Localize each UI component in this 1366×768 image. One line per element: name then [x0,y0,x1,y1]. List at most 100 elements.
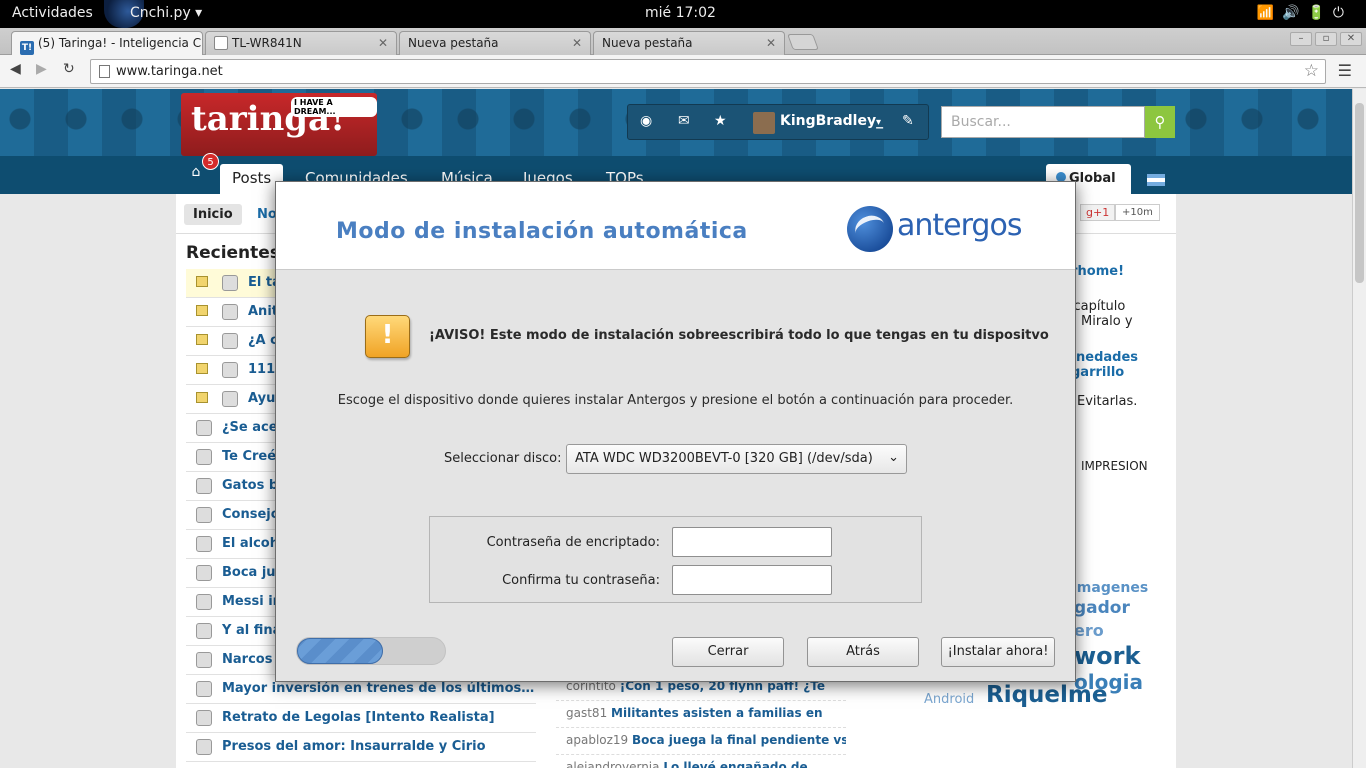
install-now-button[interactable]: ¡Instalar ahora! [941,637,1055,667]
tab-label: (5) Taringa! - Inteligencia C [38,36,202,50]
post-title[interactable]: Messi ir [222,594,279,609]
back-arrow-icon[interactable]: ◀ [10,61,21,77]
bookmark-star-icon[interactable]: ☆ [1304,61,1319,81]
post-title[interactable]: Narcos [222,652,272,667]
post-title[interactable]: Boca ju [222,565,276,580]
disk-select[interactable]: ATA WDC WD3200BEVT-0 [320 GB] (/dev/sda)… [566,444,907,474]
list-item[interactable]: Retrato de Legolas [Intento Realista] [186,704,536,733]
tab-router[interactable]: TL-WR841N ✕ [205,31,397,55]
comment-user[interactable]: alejandrovernia [566,760,660,768]
clock[interactable]: mié 17:02 [645,5,716,21]
tab-label: Nueva pestaña [408,36,499,50]
tab-taringa[interactable]: T! (5) Taringa! - Inteligencia C [11,31,203,56]
chrome-menu-icon[interactable]: ☰ [1338,61,1352,80]
post-title[interactable]: Ayu [248,391,275,406]
post-title[interactable]: 111 [248,362,275,377]
tab-new-1[interactable]: Nueva pestaña ✕ [399,31,591,55]
list-item[interactable]: Presos del amor: Insaurralde y Cirio [186,733,536,762]
comment-user[interactable]: gast81 [566,706,607,720]
comment-row[interactable]: alejandrovernia Lo llevé engañado de [556,755,846,768]
category-icon [196,536,212,552]
post-title[interactable]: Y al fina [222,623,281,638]
comment-row[interactable]: apabloz19 Boca juega la final pendiente … [556,728,846,755]
edit-post-icon[interactable]: ✎ [902,113,914,129]
activities-button[interactable]: Actividades [12,5,93,21]
comment-post-link[interactable]: Militantes asisten a familias en [611,706,822,720]
warning-text: ¡AVISO! Este modo de instalación sobrees… [429,328,1049,343]
search-icon[interactable]: ⚲ [1145,106,1175,138]
subnav-inicio[interactable]: Inicio [184,204,242,225]
system-tray[interactable]: 📶🔊🔋⏻ [1257,5,1352,21]
back-button[interactable]: Atrás [807,637,919,667]
notification-badge[interactable]: 5 [202,153,219,170]
category-icon [222,391,238,407]
comment-post-link[interactable]: Boca juega la final pendiente vs [632,733,846,747]
favorites-star-icon[interactable]: ★ [714,113,727,129]
post-title[interactable]: ¿Se ace [222,420,278,435]
tag[interactable]: ero [1074,621,1104,640]
close-button[interactable]: Cerrar [672,637,784,667]
tag[interactable]: Android [924,692,974,707]
antergos-wordmark: antergos [897,208,1022,243]
avatar[interactable] [753,112,775,134]
tag[interactable]: Riquelme [986,682,1107,708]
scrollbar-thumb[interactable] [1355,103,1364,283]
comment-post-link[interactable]: Lo llevé engañado de [663,760,807,768]
post-title[interactable]: Anit [248,304,278,319]
category-icon [196,623,212,639]
category-icon [222,275,238,291]
page-icon [99,65,110,78]
post-title[interactable]: El alcoh [222,536,279,551]
nav-posts[interactable]: Posts [220,164,284,194]
post-title[interactable]: ¿A c [248,333,278,348]
taringa-logo[interactable]: taringa! I HAVE A DREAM... [181,93,377,156]
site-search-input[interactable]: Buscar... [941,106,1145,138]
page-scrollbar[interactable] [1352,89,1366,768]
close-tab-icon[interactable]: ✕ [766,36,776,50]
forward-arrow-icon[interactable]: ▶ [36,61,47,77]
tag[interactable]: work [1074,642,1140,670]
recientes-heading: Recientes [186,243,280,263]
app-menu[interactable]: Cnchi.py ▾ [130,5,202,21]
right-post-title[interactable]: nedades [1076,350,1138,365]
category-icon [222,304,238,320]
reload-icon[interactable]: ↻ [63,61,75,77]
post-title[interactable]: Retrato de Legolas [Intento Realista] [222,710,495,725]
category-icon [196,507,212,523]
installer-dialog: Modo de instalación automática antergos … [275,181,1076,682]
confirm-password-input[interactable] [672,565,832,595]
tab-new-2[interactable]: Nueva pestaña ✕ [593,31,785,55]
new-tab-button[interactable] [787,34,819,50]
category-icon [196,594,212,610]
comment-row[interactable]: gast81 Militantes asisten a familias en [556,701,846,728]
password-input[interactable] [672,527,832,557]
address-bar[interactable]: www.taringa.net ☆ [90,59,1326,84]
post-title[interactable]: Mayor inversión en trenes de los últimos… [222,681,534,696]
right-post-text: Evitarlas. [1077,394,1138,409]
right-post-title[interactable]: garrillo [1071,365,1124,380]
comment-user[interactable]: apabloz19 [566,733,628,747]
mail-icon[interactable]: ✉ [678,113,690,129]
chevron-down-icon[interactable]: ▾ [876,117,881,128]
category-icon [196,652,212,668]
post-title[interactable]: Presos del amor: Insaurralde y Cirio [222,739,486,754]
minimize-icon[interactable]: – [1290,32,1312,46]
subnav-item[interactable]: No [257,207,277,222]
argentina-flag-icon[interactable] [1147,174,1165,186]
url-text: www.taringa.net [116,64,223,79]
post-title[interactable]: Gatos b [222,478,278,493]
category-icon [196,449,212,465]
close-tab-icon[interactable]: ✕ [378,36,388,50]
tag[interactable]: imagenes [1072,580,1148,596]
antergos-mark-icon [847,206,893,252]
eye-icon[interactable]: ◉ [640,113,652,129]
progress-fill [297,638,383,664]
maximize-icon[interactable]: ▫ [1315,32,1337,46]
post-title[interactable]: Consejo [222,507,280,522]
tag[interactable]: gador [1074,598,1130,618]
username[interactable]: KingBradley_ [780,113,883,129]
google-plus-button[interactable]: g+1 [1080,204,1116,221]
post-title[interactable]: Te Creé [222,449,276,464]
close-tab-icon[interactable]: ✕ [572,36,582,50]
close-window-icon[interactable]: ✕ [1340,32,1362,46]
